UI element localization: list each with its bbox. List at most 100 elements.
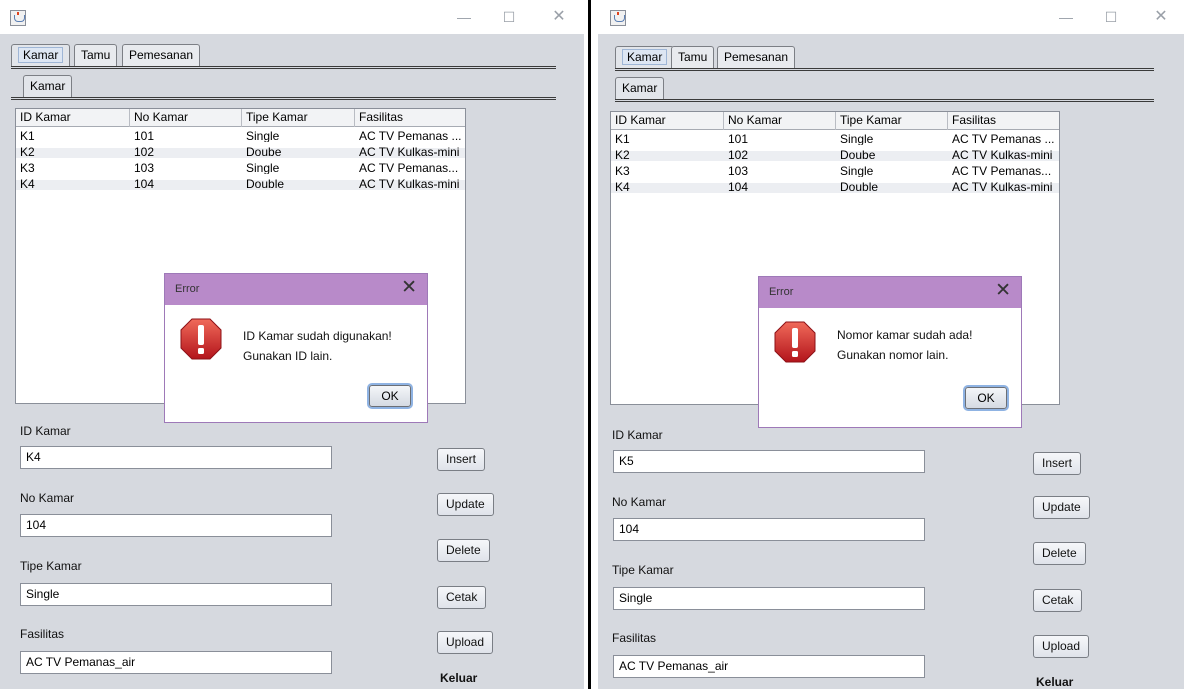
tab-kamar[interactable]: Kamar bbox=[11, 44, 71, 66]
table-row[interactable]: K4 104 Double AC TV Kulkas-mini bbox=[16, 179, 465, 190]
delete-button[interactable]: Delete bbox=[1033, 542, 1086, 565]
table-cell: AC TV Pemanas ... bbox=[952, 134, 1055, 145]
table-row[interactable]: K2 102 Doube AC TV Kulkas-mini bbox=[611, 150, 1059, 161]
subtab-kamar[interactable]: Kamar bbox=[615, 77, 665, 99]
id-kamar-label: ID Kamar bbox=[612, 428, 663, 442]
ok-button[interactable]: OK bbox=[369, 385, 411, 407]
column-header-fasilitas[interactable]: Fasilitas bbox=[948, 112, 1061, 130]
dialog-message-line: ID Kamar sudah digunakan! bbox=[243, 329, 392, 343]
cetak-button[interactable]: Cetak bbox=[437, 586, 487, 609]
tab-tamu[interactable]: Tamu bbox=[671, 46, 715, 68]
dialog-close-icon[interactable]: ✕ bbox=[401, 278, 417, 298]
delete-button[interactable]: Delete bbox=[437, 539, 490, 562]
insert-button[interactable]: Insert bbox=[437, 448, 486, 471]
column-header-no-kamar[interactable]: No Kamar bbox=[724, 112, 836, 130]
dialog-message: Nomor kamar sudah ada! Gunakan nomor lai… bbox=[837, 325, 972, 365]
dialog-close-icon[interactable]: ✕ bbox=[995, 281, 1011, 301]
table-cell: AC TV Pemanas... bbox=[359, 163, 459, 174]
screenshot-divider bbox=[588, 0, 591, 689]
column-header-id-kamar[interactable]: ID Kamar bbox=[16, 109, 130, 127]
table-cell: 103 bbox=[134, 163, 155, 174]
id-kamar-input[interactable]: K5 bbox=[613, 450, 925, 473]
table-row[interactable]: K1 101 Single AC TV Pemanas ... bbox=[16, 131, 465, 142]
update-button[interactable]: Update bbox=[437, 493, 494, 516]
update-button[interactable]: Update bbox=[1033, 496, 1090, 519]
table-cell: Single bbox=[840, 166, 874, 177]
window-titlebar: — ☐ ✕ bbox=[598, 0, 1184, 34]
table-cell: Doube bbox=[840, 150, 876, 161]
tipe-kamar-label: Tipe Kamar bbox=[20, 559, 82, 573]
dialog-message-line: Nomor kamar sudah ada! bbox=[837, 328, 973, 342]
no-kamar-input[interactable]: 104 bbox=[20, 514, 332, 537]
dialog-title: Error bbox=[769, 286, 794, 298]
tipe-kamar-input[interactable]: Single bbox=[613, 587, 925, 610]
table-cell: Single bbox=[840, 134, 874, 145]
fasilitas-input[interactable]: AC TV Pemanas_air bbox=[613, 655, 925, 678]
table-cell: AC TV Kulkas-mini bbox=[359, 179, 460, 190]
close-icon[interactable]: ✕ bbox=[1150, 6, 1172, 28]
fasilitas-input[interactable]: AC TV Pemanas_air bbox=[20, 651, 332, 674]
table-cell: Double bbox=[246, 179, 285, 190]
tipe-kamar-input[interactable]: Single bbox=[20, 583, 332, 606]
upload-button[interactable]: Upload bbox=[1033, 635, 1090, 658]
table-header: ID Kamar No Kamar Tipe Kamar Fasilitas bbox=[16, 109, 465, 127]
error-stop-icon bbox=[774, 321, 816, 363]
column-header-id-kamar[interactable]: ID Kamar bbox=[611, 112, 724, 130]
close-icon[interactable]: ✕ bbox=[548, 6, 570, 28]
cetak-button[interactable]: Cetak bbox=[1033, 589, 1083, 612]
no-kamar-input[interactable]: 104 bbox=[613, 518, 925, 541]
table-cell: AC TV Pemanas ... bbox=[359, 131, 462, 142]
insert-button[interactable]: Insert bbox=[1033, 452, 1082, 475]
column-header-fasilitas[interactable]: Fasilitas bbox=[355, 109, 467, 127]
minimize-icon[interactable]: — bbox=[1055, 6, 1077, 28]
table-cell: Single bbox=[246, 131, 280, 142]
table-cell: K1 bbox=[615, 134, 630, 145]
keluar-button[interactable]: Keluar bbox=[1036, 675, 1073, 689]
dialog-message: ID Kamar sudah digunakan! Gunakan ID lai… bbox=[243, 326, 392, 366]
ok-button[interactable]: OK bbox=[965, 387, 1007, 409]
java-cup-icon bbox=[610, 10, 626, 26]
tab-pemesanan[interactable]: Pemesanan bbox=[717, 46, 796, 68]
tipe-kamar-label: Tipe Kamar bbox=[612, 563, 674, 577]
no-kamar-label: No Kamar bbox=[612, 495, 667, 509]
id-kamar-label: ID Kamar bbox=[20, 424, 71, 438]
main-tabs: Kamar Tamu Pemesanan bbox=[615, 46, 1184, 68]
dialog-message-line: Gunakan ID lain. bbox=[243, 349, 333, 363]
main-tabs: Kamar Tamu Pemesanan bbox=[11, 44, 584, 66]
table-cell: Doube bbox=[246, 147, 282, 158]
maximize-icon[interactable]: ☐ bbox=[498, 6, 520, 28]
sub-tabs: Kamar bbox=[615, 77, 1184, 99]
table-row[interactable]: K3 103 Single AC TV Pemanas... bbox=[611, 166, 1059, 177]
table-row[interactable]: K3 103 Single AC TV Pemanas... bbox=[16, 163, 465, 174]
table-cell: 102 bbox=[728, 150, 749, 161]
minimize-icon[interactable]: — bbox=[453, 6, 475, 28]
subtab-kamar[interactable]: Kamar bbox=[23, 75, 73, 97]
tab-tamu[interactable]: Tamu bbox=[74, 44, 118, 66]
dialog-titlebar: Error ✕ bbox=[759, 277, 1021, 308]
keluar-button[interactable]: Keluar bbox=[440, 671, 477, 685]
dialog-message-line: Gunakan nomor lain. bbox=[837, 348, 949, 362]
table-cell: K3 bbox=[20, 163, 35, 174]
table-cell: Double bbox=[840, 182, 879, 193]
error-dialog: Error ✕ ID Kamar sudah digunakan! Gunaka… bbox=[164, 273, 428, 423]
upload-button[interactable]: Upload bbox=[437, 631, 494, 654]
id-kamar-input[interactable]: K4 bbox=[20, 446, 332, 469]
column-header-no-kamar[interactable]: No Kamar bbox=[130, 109, 242, 127]
table-cell: K3 bbox=[615, 166, 630, 177]
error-stop-icon bbox=[180, 318, 222, 360]
column-header-tipe-kamar[interactable]: Tipe Kamar bbox=[242, 109, 355, 127]
fasilitas-label: Fasilitas bbox=[20, 627, 65, 641]
table-cell: 104 bbox=[728, 182, 749, 193]
table-cell: AC TV Kulkas-mini bbox=[359, 147, 460, 158]
table-row[interactable]: K4 104 Double AC TV Kulkas-mini bbox=[611, 182, 1059, 193]
table-row[interactable]: K1 101 Single AC TV Pemanas ... bbox=[611, 134, 1059, 145]
tab-pemesanan[interactable]: Pemesanan bbox=[122, 44, 201, 66]
tab-kamar[interactable]: Kamar bbox=[615, 46, 675, 68]
maximize-icon[interactable]: ☐ bbox=[1100, 6, 1122, 28]
column-header-tipe-kamar[interactable]: Tipe Kamar bbox=[836, 112, 948, 130]
table-row[interactable]: K2 102 Doube AC TV Kulkas-mini bbox=[16, 147, 465, 158]
sub-tabs: Kamar bbox=[11, 75, 584, 97]
table-cell: K2 bbox=[20, 147, 35, 158]
right-window: — ☐ ✕ Kamar Tamu Pemesanan Kamar ID Kama… bbox=[598, 0, 1184, 689]
table-cell: K2 bbox=[615, 150, 630, 161]
